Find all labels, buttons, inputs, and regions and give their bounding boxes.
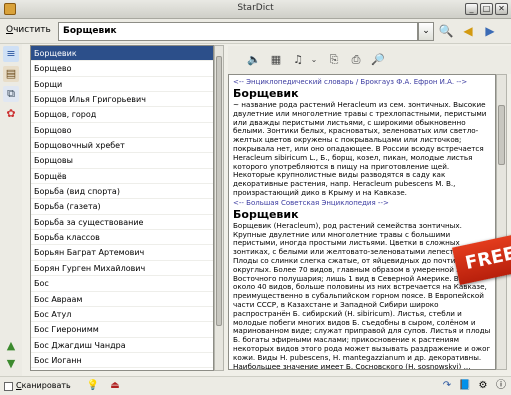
- dictionary-header: <-- Энциклопедический словарь / Брокгауз…: [233, 78, 468, 86]
- word-list-item[interactable]: Борян Гурген Михайлович: [31, 261, 213, 277]
- speaker-icon[interactable]: ♫: [290, 52, 306, 68]
- word-list-item[interactable]: Бос Иоганн: [31, 353, 213, 369]
- side-strip: ≡ ▤ ⧉ ✿ ▲ ▼: [0, 44, 22, 376]
- print-icon[interactable]: ⎙: [348, 52, 364, 68]
- definition-scrollbar[interactable]: [496, 74, 507, 370]
- result-list-mode-icon[interactable]: ▤: [3, 66, 19, 82]
- word-list-item[interactable]: Борщёв: [31, 169, 213, 185]
- word-list-item[interactable]: Борьба классов: [31, 230, 213, 246]
- forward-arrow-icon[interactable]: ▶: [482, 23, 498, 39]
- word-list-item[interactable]: Борщов Илья Григорьевич: [31, 92, 213, 108]
- word-list-mode-icon[interactable]: ≡: [3, 46, 19, 62]
- window-title: StarDict: [237, 3, 274, 13]
- scan-checkbox[interactable]: [4, 382, 13, 391]
- scan-label[interactable]: Сканировать: [16, 381, 71, 390]
- content-toolbar: 🔈 ▦ ♫ ⌄ ⎘ ⎙ 🔎: [228, 46, 511, 74]
- preferences-icon[interactable]: ⚙: [476, 379, 490, 393]
- clear-button[interactable]: Очистить: [6, 25, 51, 35]
- definition-text: Борщевик (Heracleum), род растений семей…: [233, 220, 491, 370]
- definition-panel[interactable]: <-- Энциклопедический словарь / Брокгауз…: [228, 74, 496, 370]
- word-list-item[interactable]: Борьба за существование: [31, 215, 213, 231]
- word-list-scrollbar[interactable]: [214, 45, 224, 371]
- close-button[interactable]: ✕: [495, 3, 508, 15]
- copy-icon[interactable]: ⎘: [326, 52, 342, 68]
- scroll-down-icon[interactable]: ▼: [3, 356, 19, 372]
- definition-text: ~ название рода растений Heracleum из се…: [233, 100, 487, 197]
- word-list-item[interactable]: Бос Гиеронимм: [31, 322, 213, 338]
- word-list-item[interactable]: Борьян Баграт Артемович: [31, 245, 213, 261]
- scan-label-text: канировать: [21, 381, 71, 390]
- maximize-button[interactable]: □: [480, 3, 493, 15]
- clear-button-label: чистить: [13, 25, 51, 35]
- word-list[interactable]: Борщевик Борщево Борщи Борщов Илья Григорье…: [30, 45, 214, 371]
- headword: Борщевик: [233, 207, 299, 221]
- definition-scroll-thumb[interactable]: [498, 105, 505, 165]
- sync-icon[interactable]: ↷: [440, 379, 454, 393]
- lightbulb-icon[interactable]: 💡: [86, 379, 100, 393]
- word-list-item[interactable]: Бос Авраам: [31, 292, 213, 307]
- search-input[interactable]: Борщевик: [58, 22, 418, 41]
- word-list-item[interactable]: Борщовочный хребет: [31, 138, 213, 154]
- word-list-item[interactable]: Бос: [31, 276, 213, 292]
- find-icon[interactable]: 🔍: [438, 23, 454, 39]
- chevron-down-icon: ⌄: [422, 26, 430, 36]
- word-list-item[interactable]: Бос Джагдиш Чандра: [31, 338, 213, 353]
- word-list-item[interactable]: Борьба (газета): [31, 199, 213, 215]
- word-list-item[interactable]: Борщево: [31, 61, 213, 77]
- word-list-item[interactable]: Бос Атул: [31, 307, 213, 323]
- stardict-flower-icon[interactable]: ✿: [3, 106, 19, 122]
- word-list-scroll-thumb[interactable]: [216, 56, 222, 326]
- word-list-item[interactable]: Борщовы: [31, 153, 213, 169]
- scroll-up-icon[interactable]: ▲: [3, 338, 19, 354]
- dict-manage-icon[interactable]: 📘: [458, 379, 472, 393]
- word-list-item[interactable]: Борьба (вид спорта): [31, 184, 213, 200]
- back-arrow-icon[interactable]: ◀: [460, 23, 476, 39]
- word-list-item[interactable]: Борщов, город: [31, 107, 213, 123]
- headword: Борщевик: [233, 87, 299, 100]
- bottom-bar: Сканировать 💡 ⏏ ↷ 📘 ⚙ ⓘ: [0, 376, 511, 395]
- word-list-item[interactable]: Борщи: [31, 77, 213, 93]
- word-list-item[interactable]: Борщевик: [31, 46, 213, 62]
- pronounce-icon[interactable]: 🔈: [246, 52, 262, 68]
- word-list-item[interactable]: Бос Субхас Чандра: [31, 368, 213, 370]
- history-dropdown-button[interactable]: ⌄: [418, 22, 434, 41]
- title-bar: StarDict _ □ ✕: [0, 0, 511, 19]
- exit-icon[interactable]: ⏏: [108, 379, 122, 393]
- speaker-dropdown-icon[interactable]: ⌄: [306, 52, 322, 68]
- minimize-button[interactable]: _: [465, 3, 478, 15]
- save-icon[interactable]: ▦: [268, 52, 284, 68]
- search-in-text-icon[interactable]: 🔎: [370, 52, 386, 68]
- main-toolbar: Очистить Борщевик ⌄ 🔍 ◀ ▶: [0, 19, 511, 44]
- word-list-item[interactable]: Борщово: [31, 123, 213, 139]
- about-icon[interactable]: ⓘ: [494, 379, 508, 393]
- tree-mode-icon[interactable]: ⧉: [3, 86, 19, 102]
- dictionary-header: <-- Большая Советская Энциклопедия -->: [233, 198, 389, 207]
